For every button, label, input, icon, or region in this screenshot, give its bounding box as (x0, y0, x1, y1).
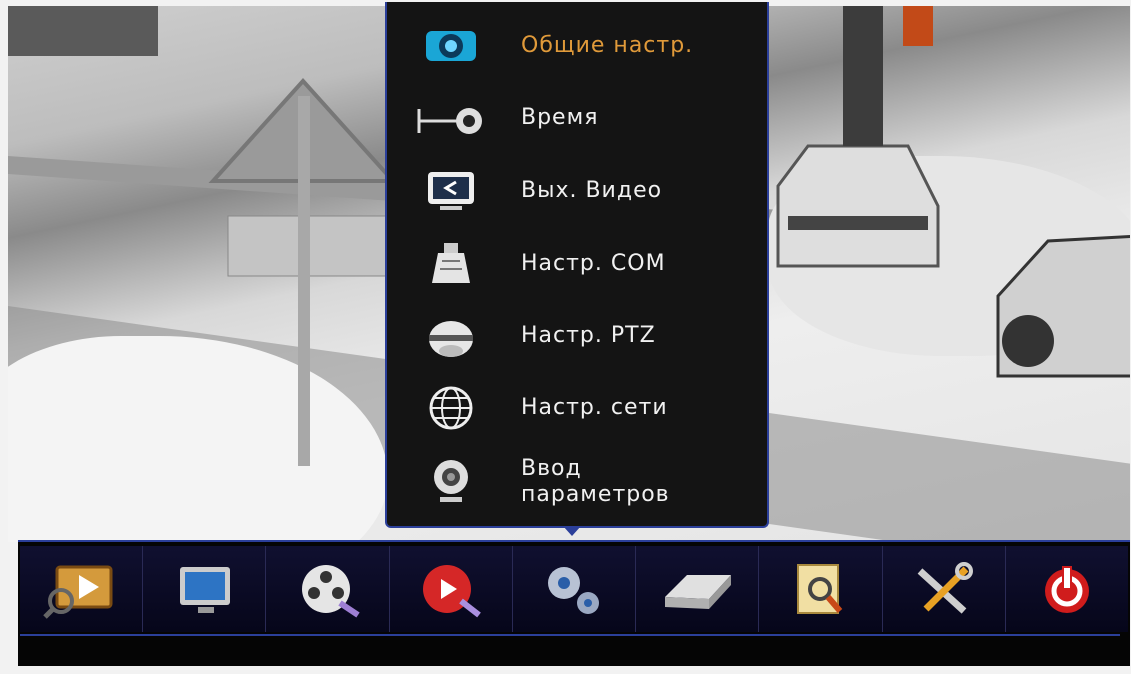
menu-item-com[interactable]: Настр. COM (415, 240, 755, 288)
monitor-icon (180, 567, 231, 613)
menu-item-label: Время (521, 105, 599, 130)
wall (8, 6, 158, 56)
menu-item-label: Ввод параметров (521, 456, 670, 507)
search-playback-button[interactable] (20, 546, 144, 632)
menu-item-ptz[interactable]: Настр. PTZ (415, 312, 755, 360)
webcam-input-icon (415, 458, 487, 506)
monitor-output-icon (415, 167, 487, 215)
hard-drive-icon (665, 575, 732, 609)
film-reel-icon (301, 565, 360, 618)
power-button[interactable] (1005, 546, 1128, 632)
clock-time-icon (415, 94, 487, 142)
hdd-button[interactable] (636, 546, 760, 632)
person (903, 6, 933, 46)
record-alarm-icon (422, 565, 481, 618)
menu-item-general[interactable]: Общие настр. (415, 22, 755, 70)
power-icon (1044, 566, 1089, 613)
document-magnifier-icon (797, 564, 843, 614)
tools-button[interactable] (882, 546, 1006, 632)
car (996, 234, 1130, 378)
person (843, 6, 883, 146)
system-settings-button[interactable] (512, 546, 637, 632)
menu-item-label: Общие настр. (521, 33, 694, 58)
info-button[interactable] (759, 546, 883, 632)
globe-network-icon (415, 384, 487, 432)
car (776, 144, 940, 268)
alarm-settings-button[interactable] (389, 546, 513, 632)
record-settings-button[interactable] (266, 546, 390, 632)
search-playback-icon (43, 565, 113, 619)
taskbar-divider (20, 634, 1120, 636)
com-port-icon (415, 240, 487, 288)
menu-item-input-params[interactable]: Ввод параметров (415, 456, 755, 508)
menu-item-time[interactable]: Время (415, 94, 755, 142)
gears-icon (547, 567, 599, 614)
taskbar (18, 540, 1130, 666)
settings-menu: Общие настр. Время Вых. Видео Настр. COM… (385, 2, 769, 528)
display-button[interactable] (143, 546, 267, 632)
ptz-camera-icon (415, 312, 487, 360)
menu-item-video-output[interactable]: Вых. Видео (415, 167, 755, 215)
tools-icon (917, 562, 973, 614)
menu-item-label: Вых. Видео (521, 178, 663, 203)
road-sign (208, 78, 398, 466)
menu-pointer (563, 526, 581, 536)
menu-item-label: Настр. PTZ (521, 323, 656, 348)
menu-item-label: Настр. сети (521, 395, 668, 420)
menu-item-label: Настр. COM (521, 251, 666, 276)
menu-item-network[interactable]: Настр. сети (415, 384, 755, 432)
gear-settings-icon (415, 22, 487, 70)
